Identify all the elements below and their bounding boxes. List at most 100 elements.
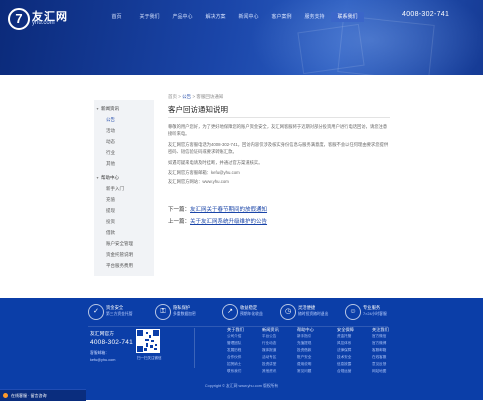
sidebar-item-label: 提现 [106, 208, 115, 213]
footer-link[interactable]: 充值提现 [297, 340, 333, 347]
footer-link[interactable]: 常见问题 [297, 368, 333, 375]
article-paragraph: 尊敬的用户您好，为了更好地保障您的账户资金安全，友汇网客服将于近期对部分投资用户… [168, 124, 388, 136]
sidebar-item[interactable]: 投资 [94, 216, 154, 227]
footer-link[interactable]: 账户安全 [297, 354, 333, 361]
feature-subtitle: 多重数据加密 [173, 312, 196, 316]
feature-title: 灵活便捷 [298, 305, 316, 310]
sidebar-category[interactable]: ▾ 帮助中心 [94, 172, 154, 183]
footer-column-heading: 关注我们 [372, 327, 389, 332]
header-banner: 7 友汇网 yhu.com 首页 关于我们 产品中心 解决方案 新闻中心 客户案例 服务支持… [0, 0, 483, 75]
sidebar-item[interactable]: 资金托管说明 [94, 249, 154, 260]
sidebar-item[interactable]: 活动 [94, 125, 154, 136]
next-article-link[interactable]: 友汇网关于春节期间的放假通知 [190, 207, 267, 213]
footer-link[interactable]: 在线客服 [372, 354, 408, 361]
footer-link[interactable]: 其他资讯 [262, 368, 298, 375]
footer-link[interactable]: 合规运营 [337, 368, 373, 375]
sidebar-item[interactable]: 动态 [94, 136, 154, 147]
nav-item[interactable]: 首页 [100, 12, 133, 22]
sidebar-item[interactable]: 公告 [94, 114, 154, 125]
footer-link[interactable]: 费用说明 [297, 361, 333, 368]
banner-decoration [337, 15, 435, 75]
footer-link[interactable]: 意见反馈 [372, 361, 408, 368]
article-paragraph: 友汇网官方网站：www.yhu.com [168, 179, 229, 184]
footer-link[interactable]: 管理团队 [227, 340, 263, 347]
footer-vertical-divider [194, 328, 195, 368]
footer-link[interactable]: 新手指引 [297, 333, 333, 340]
footer-column: 关注我们 官方微信 官方微博 客服邮箱 在线客服 意见反馈 网站地图 [372, 326, 408, 375]
sidebar-item[interactable]: 提现 [94, 205, 154, 216]
footer-mail-label: 客服邮箱： [90, 351, 109, 355]
footer-link[interactable]: 平台公告 [262, 333, 298, 340]
footer-link[interactable]: 风控体系 [337, 340, 373, 347]
nav-item[interactable]: 服务支持 [298, 12, 331, 22]
qr-module [149, 335, 151, 338]
footer-link[interactable]: 法律保障 [337, 347, 373, 354]
sidebar-item[interactable]: 充值 [94, 194, 154, 205]
nav-item[interactable]: 关于我们 [133, 12, 166, 22]
sidebar-item-label: 充值 [106, 197, 115, 202]
footer-link[interactable]: 合作伙伴 [227, 354, 263, 361]
breadcrumb-separator: > [192, 94, 196, 99]
footer-column-heading: 新闻资讯 [262, 327, 279, 332]
footer-column-heading: 帮助中心 [297, 327, 314, 332]
sidebar-item-label: 帮助中心 [101, 175, 119, 180]
footer-link[interactable]: 资金托管 [337, 333, 373, 340]
sidebar-item-label: 公告 [106, 117, 115, 122]
footer-link[interactable]: 官方微博 [372, 340, 408, 347]
sidebar-item-label: 行业 [106, 150, 115, 155]
footer-link[interactable]: 官方微信 [372, 333, 408, 340]
footer-link[interactable]: 投资借款 [297, 347, 333, 354]
qr-module [153, 330, 159, 336]
footer-link[interactable]: 技术安全 [337, 354, 373, 361]
sidebar-item[interactable]: 平台服务费用 [94, 260, 154, 271]
footer-column: 帮助中心 新手指引 充值提现 投资借款 账户安全 费用说明 常见问题 [297, 326, 333, 375]
floating-chat-label: 在线客服 · 留言咨询 [11, 393, 47, 398]
hotline-number: 4008-302-741 [402, 11, 450, 18]
footer-column: 安全保障 资金托管 风控体系 法律保障 技术安全 信息披露 合规运营 [337, 326, 373, 375]
footer-link[interactable]: 联系我们 [227, 368, 263, 375]
footer-link[interactable]: 信息披露 [337, 361, 373, 368]
feature-subtitle: 随时投资随时退出 [298, 312, 329, 316]
nav-item[interactable]: 联系我们 [331, 12, 364, 22]
sidebar-category[interactable]: ▾ 新闻资讯 [94, 103, 154, 114]
qr-module [150, 345, 153, 348]
sidebar-item[interactable]: 其他 [94, 158, 154, 169]
footer-link[interactable]: 招贤纳士 [227, 361, 263, 368]
footer-link[interactable]: 客服邮箱 [372, 347, 408, 354]
nav-item[interactable]: 客户案例 [265, 12, 298, 22]
wechat-qr-code [136, 329, 160, 353]
nav-item[interactable]: 解决方案 [199, 12, 232, 22]
breadcrumb-category[interactable]: 公告 [182, 94, 191, 99]
qr-module [137, 330, 143, 336]
footer-column-heading: 安全保障 [337, 327, 354, 332]
sidebar-item-label: 其他 [106, 161, 115, 166]
nav-item[interactable]: 新闻中心 [232, 12, 265, 22]
feature-title: 收益稳定 [240, 305, 258, 310]
sidebar-item[interactable]: 借款 [94, 227, 154, 238]
footer-link[interactable]: 活动专区 [262, 354, 298, 361]
prev-article-link[interactable]: 关于友汇网系统升级维护的公告 [190, 219, 267, 225]
sidebar: ▾ 新闻资讯 公告 活动 动态 行业 其他 ▾ 帮助中心 新手入门 充值 提现 投资 借款 账户安全管理 资金… [94, 100, 154, 276]
logo-subtitle: yhu.com [32, 20, 55, 26]
footer-link[interactable]: 网站地图 [372, 368, 408, 375]
footer-mail[interactable]: kefu@yhu.com [90, 358, 115, 362]
logo-icon[interactable]: 7 [8, 8, 30, 30]
breadcrumb-home[interactable]: 首页 [168, 94, 177, 99]
breadcrumb: 首页 > 公告 > 客服回访通知 [168, 94, 223, 100]
nav-item[interactable]: 产品中心 [166, 12, 199, 22]
feature-title: 隐私保护 [173, 305, 191, 310]
chevron-down-icon: ▾ [96, 106, 99, 111]
footer-link[interactable]: 投资讲堂 [262, 361, 298, 368]
clock-icon: ◷ [280, 304, 296, 320]
sidebar-item-label: 活动 [106, 128, 115, 133]
footer-link[interactable]: 行业动态 [262, 340, 298, 347]
sidebar-item[interactable]: 账户安全管理 [94, 238, 154, 249]
footer-link[interactable]: 发展历程 [227, 347, 263, 354]
sidebar-item[interactable]: 新手入门 [94, 183, 154, 194]
floating-chat-bar[interactable]: 在线客服 · 留言咨询 [0, 389, 86, 401]
footer-link[interactable]: 媒体报道 [262, 347, 298, 354]
next-article: 下一篇：友汇网关于春节期间的放假通知 [168, 205, 267, 213]
footer-link[interactable]: 公司介绍 [227, 333, 263, 340]
qr-module [155, 344, 157, 346]
sidebar-item[interactable]: 行业 [94, 147, 154, 158]
